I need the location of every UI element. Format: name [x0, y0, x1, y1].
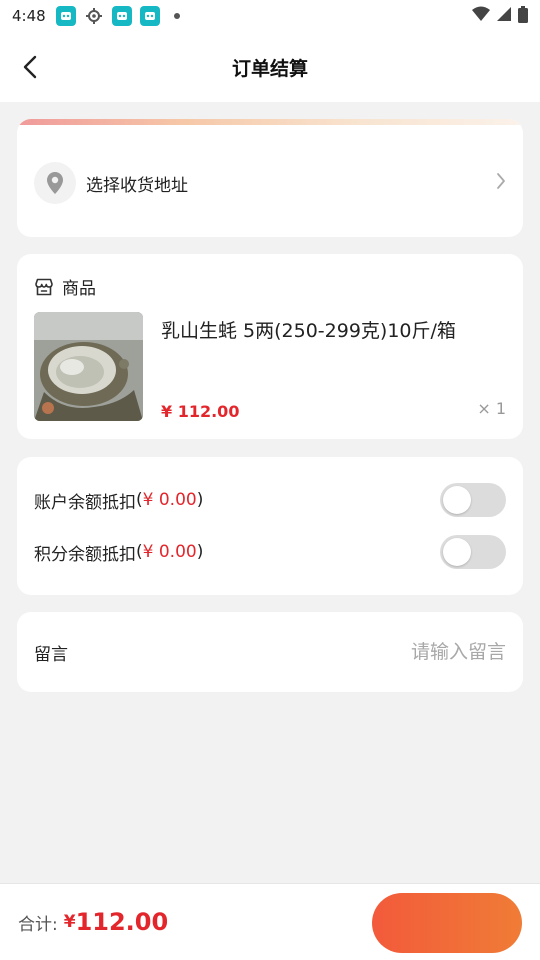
deductions-card: 账户余额抵扣 ( ¥ 0.00 ) 积分余额抵扣 ( ¥ 0.00 ) — [17, 457, 523, 595]
location-pin-icon — [34, 162, 76, 204]
product-price: ¥ 112.00 — [161, 402, 240, 421]
status-right — [472, 5, 528, 27]
status-time: 4:48 — [12, 7, 46, 25]
total-currency: ¥ — [63, 912, 76, 932]
balance-deduction-close-paren: ) — [196, 490, 204, 510]
store-icon — [35, 278, 53, 295]
points-deduction-toggle[interactable] — [440, 535, 506, 569]
points-deduction-open-paren: ( — [136, 542, 143, 562]
select-address-row[interactable]: 选择收货地址 — [34, 161, 506, 205]
balance-deduction-open-paren: ( — [136, 490, 143, 510]
total-amount: 112.00 — [75, 908, 169, 936]
address-card[interactable]: 选择收货地址 — [17, 119, 523, 237]
battery-icon — [518, 5, 528, 27]
app-notification-icon — [55, 6, 76, 26]
total-label: 合计: — [18, 914, 58, 935]
address-decorative-bar — [17, 119, 523, 125]
app-notification-icon — [139, 6, 160, 26]
goods-section-header: 商品 — [34, 274, 96, 299]
product-image[interactable] — [34, 312, 143, 421]
page-title: 订单结算 — [231, 57, 308, 80]
balance-deduction-label: 账户余额抵扣 — [34, 492, 136, 513]
navigation-bar: 订单结算 — [0, 32, 540, 102]
goods-card: 商品 乳山生蚝 5两(250-299克)10斤/箱 ¥ 112.00 × 1 — [17, 254, 523, 439]
message-input[interactable] — [266, 641, 506, 663]
chevron-left-icon — [23, 55, 37, 79]
status-bar: 4:48 — [0, 0, 540, 32]
more-notifications-icon — [173, 13, 180, 19]
points-deduction-row: 积分余额抵扣 ( ¥ 0.00 ) — [34, 534, 506, 570]
product-name: 乳山生蚝 5两(250-299克)10斤/箱 — [161, 320, 456, 342]
submit-order-button[interactable] — [372, 893, 522, 953]
product-quantity: × 1 — [477, 399, 506, 418]
points-deduction-amount: ¥ 0.00 — [142, 542, 197, 562]
points-deduction-close-paren: ) — [196, 542, 204, 562]
gear-icon — [84, 6, 104, 26]
signal-icon — [496, 6, 512, 26]
wifi-icon — [472, 6, 490, 26]
oyster-photo — [34, 312, 143, 421]
goods-section-label: 商品 — [62, 279, 96, 299]
points-deduction-label: 积分余额抵扣 — [34, 544, 136, 565]
checkout-footer: 合计: ¥ 112.00 — [0, 883, 540, 960]
select-address-label: 选择收货地址 — [86, 175, 188, 196]
message-label: 留言 — [34, 644, 68, 665]
chevron-right-icon — [496, 172, 506, 194]
balance-deduction-amount: ¥ 0.00 — [142, 490, 197, 510]
balance-deduction-toggle[interactable] — [440, 483, 506, 517]
app-notification-icon — [111, 6, 132, 26]
message-card: 留言 — [17, 612, 523, 692]
back-button[interactable] — [16, 53, 44, 81]
balance-deduction-row: 账户余额抵扣 ( ¥ 0.00 ) — [34, 482, 506, 518]
